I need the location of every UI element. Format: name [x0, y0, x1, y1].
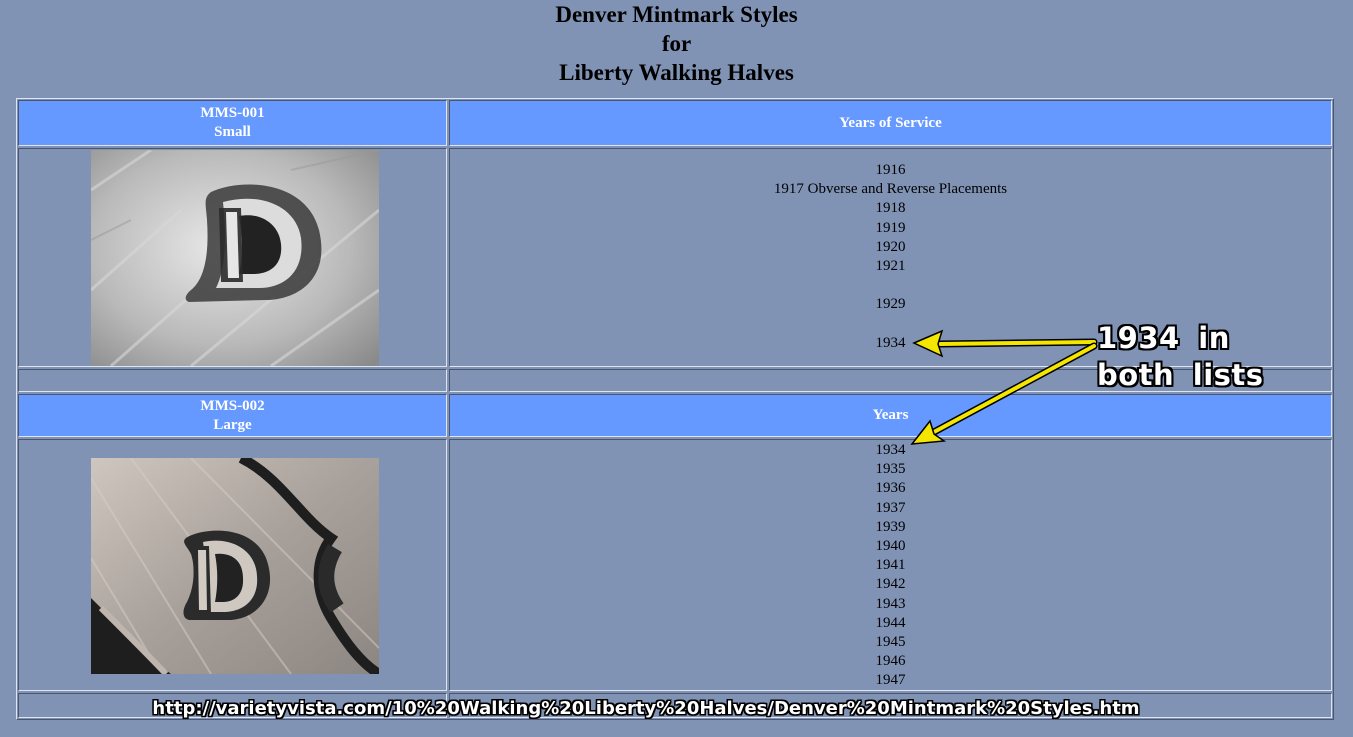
- page-title-line-1: Denver Mintmark Styles: [555, 2, 798, 27]
- year-item: 1943: [875, 595, 906, 612]
- style-name-2: Large: [213, 416, 252, 433]
- year-item: 1918: [875, 200, 906, 217]
- year-item: 1917 Obverse and Reverse Placements: [773, 181, 1008, 198]
- page-title-line-3: Liberty Walking Halves: [559, 60, 794, 85]
- year-item: 1916: [875, 162, 906, 178]
- header-mms-001: MMS-001 Small: [18, 100, 447, 146]
- style-code-1: MMS-001: [200, 105, 265, 121]
- years-header-2: Years: [872, 407, 909, 423]
- year-item: 1940: [875, 538, 906, 555]
- years-cell-large: 1934 1935 1936 1937 1939 1940 1941 1942 …: [449, 439, 1332, 691]
- year-item: 1934: [875, 442, 906, 458]
- header-years-of-service: Years of Service: [449, 100, 1332, 146]
- page-title: Denver Mintmark Styles for Liberty Walki…: [0, 0, 1353, 87]
- year-item: 1935: [875, 461, 906, 478]
- annotation-line-1: 1934 in: [1097, 321, 1230, 355]
- year-item: 1945: [875, 634, 906, 651]
- year-item: 1937: [875, 499, 906, 516]
- style-code-2: MMS-002: [200, 397, 265, 414]
- year-item: 1921: [875, 258, 906, 275]
- year-item: 1941: [875, 557, 906, 574]
- years-header-1: Years of Service: [839, 114, 942, 131]
- annotation-label: 1934 in both lists: [1097, 320, 1264, 394]
- header-years: Years: [449, 394, 1332, 437]
- coin-d-mintmark-large-icon: [91, 458, 379, 674]
- year-item: 1929: [875, 296, 906, 313]
- source-url-caption: http://varietyvista.com/10%20Walking%20L…: [152, 698, 1140, 719]
- year-item: 1942: [875, 576, 906, 593]
- year-item: 1947: [875, 672, 906, 689]
- photo-cell-large: [18, 439, 447, 691]
- spacer-cell-left: [18, 369, 447, 392]
- coin-d-mintmark-small-icon: [91, 150, 379, 366]
- annotation-line-2: both lists: [1097, 358, 1264, 392]
- year-item: 1920: [875, 238, 906, 255]
- style-name-1: Small: [214, 124, 251, 140]
- years-list-large: 1934 1935 1936 1937 1939 1940 1941 1942 …: [450, 441, 1331, 691]
- photo-cell-small: [18, 148, 447, 367]
- header-mms-002: MMS-002 Large: [18, 394, 447, 437]
- page-title-line-2: for: [661, 31, 692, 56]
- year-item: 1919: [875, 219, 906, 236]
- year-item: 1946: [875, 653, 906, 670]
- year-item: 1936: [875, 480, 906, 497]
- year-item: 1944: [875, 614, 906, 631]
- year-item: 1939: [875, 518, 906, 535]
